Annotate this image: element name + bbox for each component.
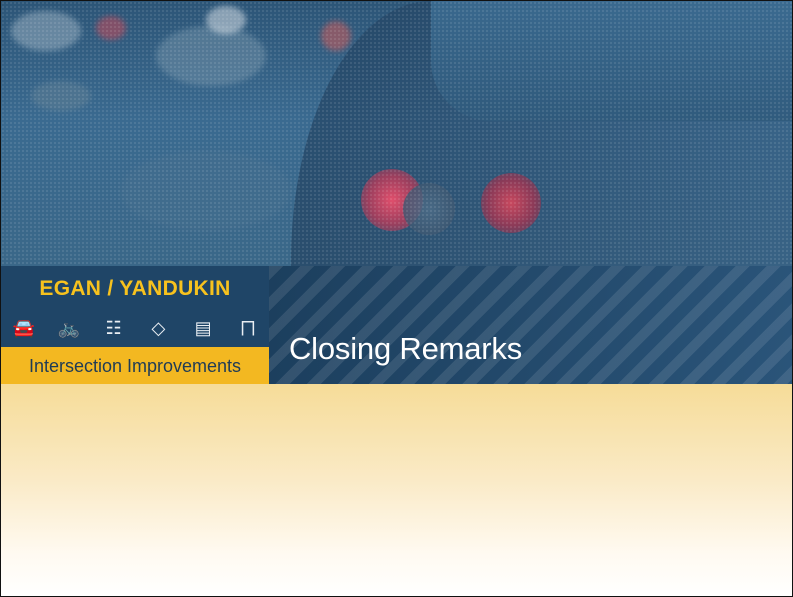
logo-subtitle: Intersection Improvements — [28, 356, 242, 376]
traffic-signal-icon: ☷ — [105, 318, 122, 338]
logo-subtitle-bar: Intersection Improvements — [1, 347, 269, 384]
bicycle-icon: 🚲 — [57, 318, 80, 338]
slide-title: Closing Remarks — [289, 331, 523, 366]
halftone-overlay — [1, 1, 792, 266]
header-photo — [1, 1, 792, 266]
bus-icon: ▤ — [194, 318, 212, 338]
logo-title: EGAN / YANDUKIN — [39, 277, 231, 300]
logo-icon-row: 🚘 🚲 ☷ ◇ ▤ ⨅ — [11, 317, 261, 339]
transit-shelter-icon: ⨅ — [240, 318, 256, 338]
car-icon: 🚘 — [12, 318, 36, 338]
project-logo: EGAN / YANDUKIN 🚘 🚲 ☷ ◇ ▤ ⨅ Intersection… — [1, 266, 269, 384]
slide-body — [1, 384, 792, 596]
pedestrian-crossing-icon: ◇ — [151, 318, 166, 338]
slide: EGAN / YANDUKIN 🚘 🚲 ☷ ◇ ▤ ⨅ Intersection… — [0, 0, 793, 597]
